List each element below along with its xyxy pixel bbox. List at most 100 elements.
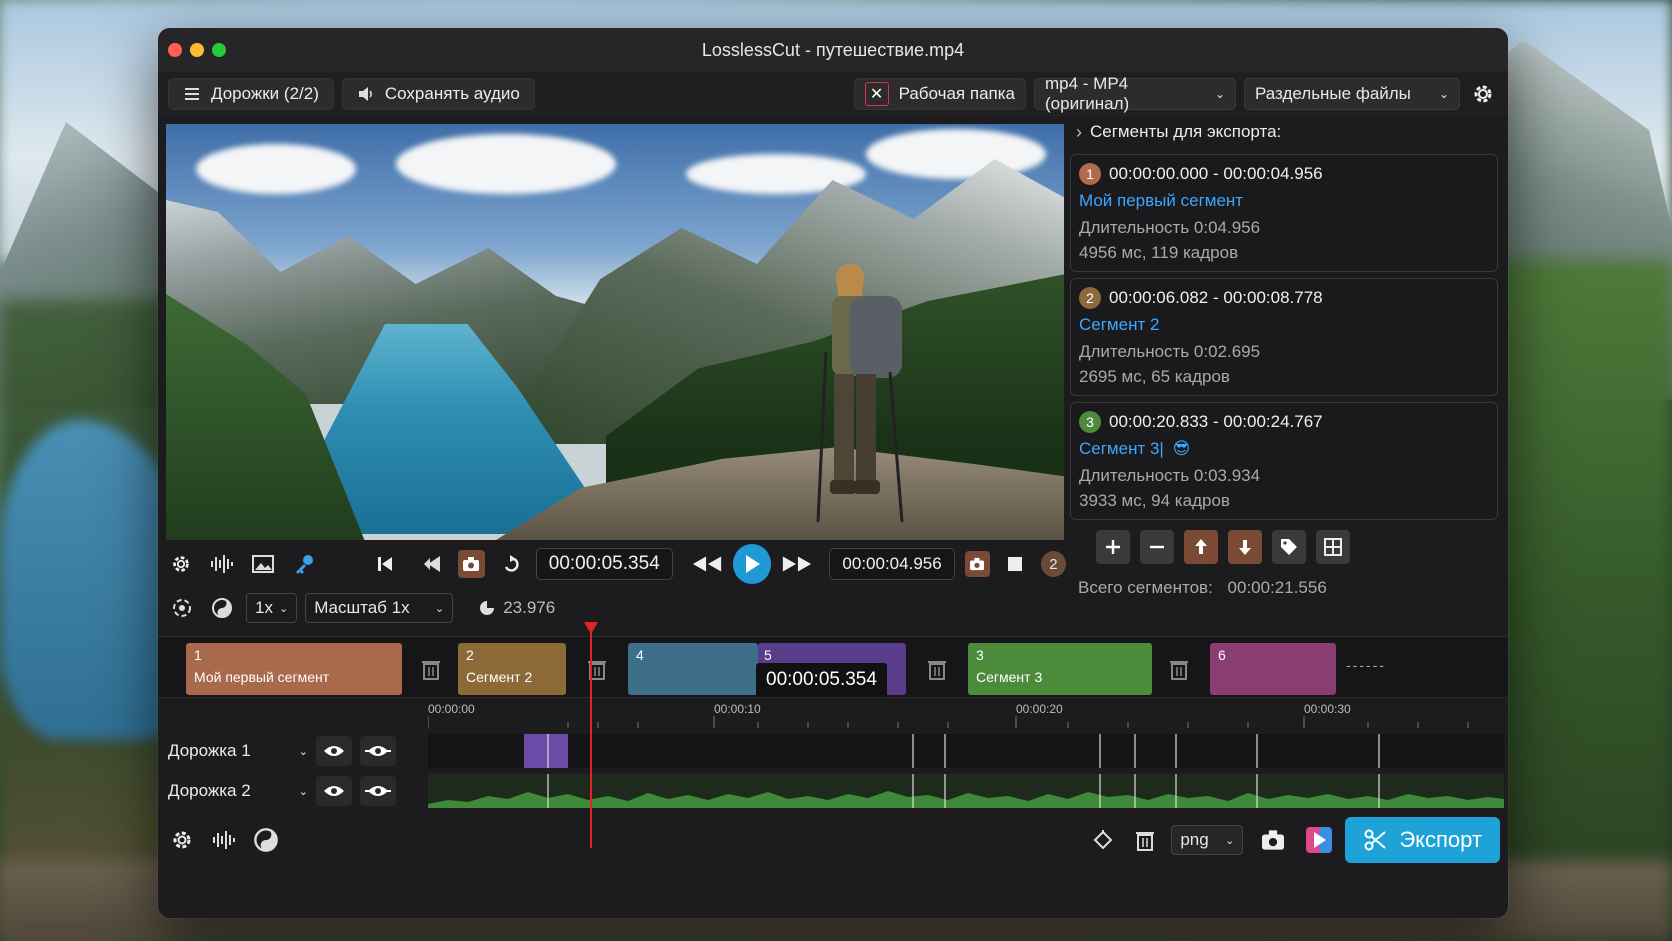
trash-icon[interactable] <box>926 657 948 681</box>
waveform-button[interactable] <box>207 548 238 580</box>
chevron-down-icon: ⌄ <box>298 785 308 798</box>
capture-end-button[interactable] <box>964 551 990 577</box>
eye-icon <box>324 786 344 796</box>
auto-merge-button[interactable] <box>166 592 198 624</box>
chevron-down-icon: ⌄ <box>434 602 445 615</box>
film-icon <box>480 601 495 615</box>
play-button[interactable] <box>732 544 772 584</box>
stop-button[interactable] <box>1000 548 1031 580</box>
delete-button[interactable] <box>1129 824 1161 856</box>
gear-icon <box>1474 85 1492 103</box>
move-segment-down-button[interactable] <box>1228 530 1262 564</box>
segments-total: Всего сегментов: 00:00:21.556 <box>1078 578 1508 598</box>
settings-button[interactable] <box>166 824 198 856</box>
timeline-segment[interactable]: 3 Сегмент 3 <box>968 643 1152 695</box>
segment-number: 3 <box>1079 411 1101 433</box>
track-select[interactable]: Дорожка 2 ⌄ <box>158 781 308 801</box>
close-window-button[interactable] <box>168 43 182 57</box>
export-label: Экспорт <box>1399 827 1482 852</box>
skip-back-icon <box>378 557 393 571</box>
cut-time-field[interactable]: 00:00:04.956 <box>829 548 955 580</box>
bottom-bar: png ⌄ Экспорт <box>158 812 1508 868</box>
timeline-segment[interactable]: 4 <box>628 643 758 695</box>
segment-name[interactable]: Мой первый сегмент <box>1079 191 1489 215</box>
fast-forward-button[interactable] <box>781 548 813 580</box>
format-select-value: mp4 - MP4 (оригинал) <box>1045 74 1130 113</box>
track-preview-toggle[interactable] <box>360 736 396 766</box>
speed-value: 1x <box>255 598 273 617</box>
tick-label: 00:00:30 <box>1304 702 1351 716</box>
segment-frames: 4956 мс, 119 кадров <box>1079 243 1239 262</box>
segment-card[interactable]: 2 00:00:06.082 - 00:00:08.778 Сегмент 2 … <box>1070 278 1498 396</box>
workdir-button[interactable]: ✕ Рабочая папка <box>853 78 1026 110</box>
waveform-button[interactable] <box>208 824 240 856</box>
thumbnails-button[interactable] <box>248 548 279 580</box>
image-format-select[interactable]: png ⌄ <box>1171 825 1244 855</box>
rotate-button[interactable] <box>1087 824 1119 856</box>
timeline-segment[interactable]: 6 <box>1210 643 1336 695</box>
output-mode-select[interactable]: Раздельные файлы ⌄ <box>1244 78 1460 110</box>
theme-toggle-button[interactable] <box>250 824 282 856</box>
jump-start-button[interactable] <box>370 548 401 580</box>
segment-card[interactable]: 1 00:00:00.000 - 00:00:04.956 Мой первый… <box>1070 154 1498 272</box>
rewind-button[interactable] <box>691 548 723 580</box>
track-visibility-toggle[interactable] <box>316 736 352 766</box>
segment-range: 00:00:06.082 - 00:00:08.778 <box>1109 288 1323 307</box>
segment-name[interactable]: Сегмент 2 <box>1079 315 1489 339</box>
rewind-icon <box>692 556 721 572</box>
export-options-button[interactable] <box>1303 824 1335 856</box>
segment-layout-button[interactable] <box>1316 530 1350 564</box>
set-cut-start-button[interactable] <box>417 548 448 580</box>
minimize-window-button[interactable] <box>190 43 204 57</box>
eye-icon <box>324 746 344 756</box>
timeline-segment[interactable]: 1 Мой первый сегмент <box>186 643 402 695</box>
add-segment-button[interactable] <box>1096 530 1130 564</box>
timeline-segment[interactable]: 2 Сегмент 2 <box>458 643 566 695</box>
track-visibility-toggle[interactable] <box>316 776 352 806</box>
speaker-icon <box>358 87 372 101</box>
camera-icon <box>1262 830 1285 850</box>
remove-segment-button[interactable] <box>1140 530 1174 564</box>
track-preview-toggle[interactable] <box>360 776 396 806</box>
loop-button[interactable] <box>495 548 526 580</box>
segments-total-label: Всего сегментов: <box>1078 578 1213 597</box>
zoom-window-button[interactable] <box>212 43 226 57</box>
segment-frames: 3933 мс, 94 кадров <box>1079 491 1230 510</box>
stop-icon <box>1008 557 1023 571</box>
move-segment-up-button[interactable] <box>1184 530 1218 564</box>
export-button[interactable]: Экспорт <box>1345 817 1500 863</box>
format-select[interactable]: mp4 - MP4 (оригинал) ⌄ <box>1034 74 1236 113</box>
settings-button[interactable] <box>1468 79 1498 109</box>
tracks-button[interactable]: Дорожки (2/2) <box>168 78 334 110</box>
trash-icon[interactable] <box>1168 657 1190 681</box>
settings-button[interactable] <box>166 548 197 580</box>
timeline-mode-button[interactable] <box>206 592 238 624</box>
eye-dot-icon <box>365 786 391 796</box>
speed-select[interactable]: 1x ⌄ <box>246 593 298 623</box>
top-toolbar: Дорожки (2/2) Сохранять аудио ✕ Рабочая … <box>158 72 1508 116</box>
track-select[interactable]: Дорожка 1 ⌄ <box>158 741 308 761</box>
capture-start-button[interactable] <box>457 550 485 578</box>
eye-dot-icon <box>365 746 391 756</box>
segments-header-label: Сегменты для экспорта: <box>1090 122 1282 141</box>
list-icon <box>185 88 199 100</box>
trash-icon[interactable] <box>420 657 442 681</box>
hiker-figure <box>816 264 904 523</box>
tag-segment-button[interactable] <box>1272 530 1306 564</box>
segment-name-input[interactable]: Сегмент 3| 😎 <box>1079 439 1489 463</box>
video-preview[interactable] <box>166 124 1064 540</box>
keep-audio-button[interactable]: Сохранять аудио <box>341 78 535 110</box>
playback-controls: 00:00:05.354 00:00:04.956 2 <box>166 542 1066 586</box>
tracks-area: Дорожка 1 ⌄ Дорожка 2 ⌄ <box>158 730 1508 808</box>
segments-header[interactable]: › Сегменты для экспорта: <box>1068 116 1508 148</box>
gear-icon <box>173 556 190 572</box>
segment-count-badge[interactable]: 2 <box>1040 551 1066 577</box>
track-row: Дорожка 1 ⌄ <box>158 732 1508 770</box>
current-time-field[interactable]: 00:00:05.354 <box>535 548 673 580</box>
segment-card[interactable]: 3 00:00:20.833 - 00:00:24.767 Сегмент 3|… <box>1070 402 1498 520</box>
zoom-select[interactable]: Масштаб 1x ⌄ <box>305 593 454 623</box>
keyframes-button[interactable] <box>289 548 320 580</box>
app-window: LosslessCut - путешествие.mp4 Дорожки (2… <box>158 28 1508 918</box>
capture-frame-button[interactable] <box>1253 824 1293 856</box>
key-icon <box>296 555 314 574</box>
